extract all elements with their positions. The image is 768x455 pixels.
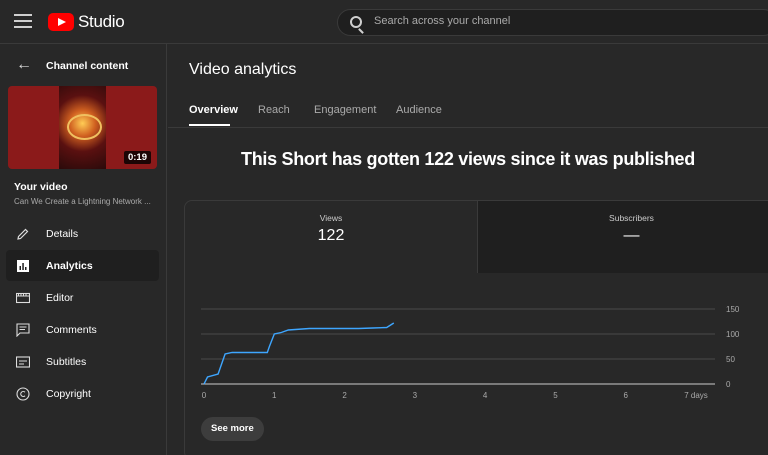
pencil-icon [17,228,29,240]
y-tick-label: 100 [726,330,740,339]
search-bar[interactable] [337,9,768,36]
active-tab-indicator [189,124,230,126]
search-input[interactable] [374,15,754,27]
sidebar-item-subtitles[interactable]: Subtitles [6,346,159,377]
subtitles-icon [16,356,30,368]
comment-icon [16,323,30,337]
y-tick-label: 150 [726,305,740,314]
sidebar-item-comments[interactable]: Comments [6,314,159,345]
sidebar-item-label: Subtitles [46,356,87,368]
sidebar-item-details[interactable]: Details [6,218,159,249]
logo-text: Studio [78,12,125,31]
sidebar-item-label: Analytics [46,260,93,272]
metric-label: Subscribers [609,213,654,223]
overview-card: Views 122 Subscribers — 0 50 100 150 0 1 2 3 4 5 6… [184,200,768,455]
sidebar-item-analytics[interactable]: Analytics [6,250,159,281]
x-tick-label: 5 [553,391,558,400]
tab-audience[interactable]: Audience [396,104,442,116]
back-row[interactable]: ← Channel content [0,52,167,78]
sidebar: ← Channel content 0:19 Your video Can We… [0,44,167,455]
thumbnail-image [59,86,106,169]
metric-views[interactable]: Views 122 [185,201,477,273]
metric-label: Views [319,213,343,223]
x-tick-label: 6 [623,391,628,400]
video-title: Can We Create a Lightning Network ... [14,197,151,206]
tab-engagement[interactable]: Engagement [314,104,376,116]
x-tick-label: 7 days [684,391,708,400]
metric-value: 122 [317,227,345,244]
page-title: Video analytics [189,61,297,78]
sidebar-item-label: Copyright [46,388,91,400]
y-tick-label: 50 [726,355,735,364]
y-tick-label: 0 [726,380,731,389]
see-more-button[interactable]: See more [201,417,264,441]
youtube-logo-icon [48,13,74,31]
back-arrow-icon[interactable]: ← [16,57,32,73]
duration-badge: 0:19 [123,151,151,164]
sidebar-item-label: Editor [46,292,74,304]
search-icon[interactable] [350,16,362,28]
tab-divider [168,127,768,128]
analytics-icon [17,260,29,272]
x-tick-label: 4 [483,391,488,400]
tab-overview[interactable]: Overview [189,104,238,116]
x-tick-label: 2 [342,391,347,400]
sidebar-item-copyright[interactable]: Copyright [6,378,159,409]
your-video-label: Your video [14,181,68,193]
copyright-icon [16,387,30,401]
top-bar: Studio [0,0,768,44]
views-series-line [203,322,395,385]
metric-subscribers[interactable]: Subscribers — [477,201,768,273]
views-line-chart: 0 50 100 150 0 1 2 3 4 5 6 7 days [201,305,740,400]
video-thumbnail[interactable]: 0:19 [8,86,157,169]
tab-reach[interactable]: Reach [258,104,290,116]
headline: This Short has gotten 122 views since it… [241,149,695,169]
film-icon [16,292,30,304]
menu-icon[interactable] [14,14,32,28]
sidebar-item-label: Comments [46,324,97,336]
x-tick-label: 1 [272,391,277,400]
sidebar-item-editor[interactable]: Editor [6,282,159,313]
main-content: Video analytics Overview Reach Engagemen… [168,44,768,455]
sidebar-item-label: Details [46,228,79,240]
x-tick-label: 0 [202,391,207,400]
back-title: Channel content [46,60,129,72]
studio-logo[interactable]: Studio [48,12,125,32]
x-tick-label: 3 [413,391,418,400]
metric-value: — [623,227,640,244]
